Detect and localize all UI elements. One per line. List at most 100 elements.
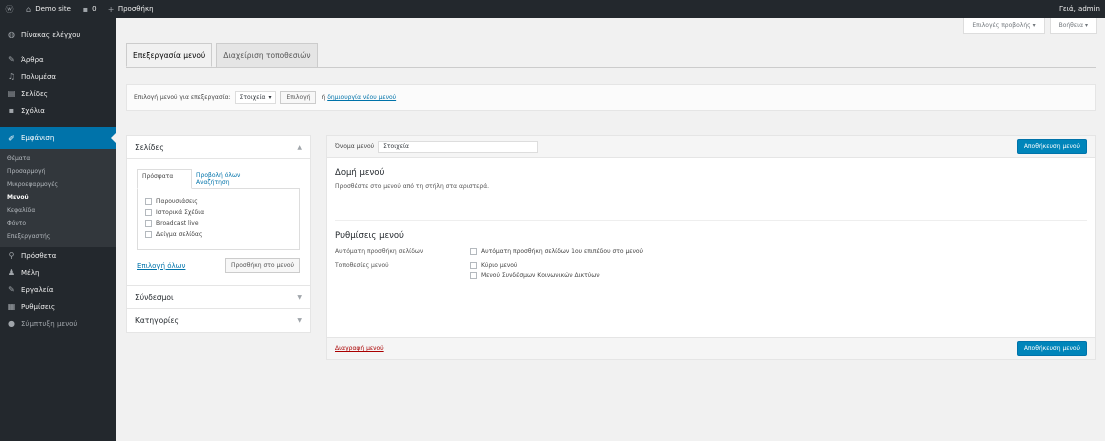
- menu-select[interactable]: Στοιχεία ▾: [234, 91, 277, 104]
- auto-add-setting: Αυτόματη προσθήκη σελίδων Αυτόματη προσθ…: [335, 246, 1087, 256]
- select-all-link[interactable]: Επιλογή όλων: [137, 262, 185, 270]
- submenu-item-editor[interactable]: Επεξεργαστής: [0, 230, 116, 243]
- collapse-label: Σύμπτυξη μενού: [21, 319, 78, 328]
- page-checkbox[interactable]: [145, 231, 152, 238]
- sidebar-item-dashboard[interactable]: ◍ Πίνακας ελέγχου: [0, 26, 116, 43]
- list-item[interactable]: Δείγμα σελίδας: [145, 229, 292, 240]
- comment-icon: ▪: [8, 106, 15, 115]
- menu-name-field[interactable]: Στοιχεία: [378, 140, 539, 153]
- auto-add-options: Αυτόματη προσθήκη σελίδων 1ου επιπέδου σ…: [470, 246, 643, 256]
- collapse-icon: ●: [8, 319, 15, 328]
- subtab-search-label[interactable]: Αναζήτηση: [196, 179, 230, 186]
- users-icon: ♟: [7, 268, 16, 277]
- sidebar-item-label: Πίνακας ελέγχου: [21, 30, 81, 39]
- sidebar-collapse[interactable]: ● Σύμπτυξη μενού: [0, 315, 116, 332]
- home-icon: ⌂: [25, 4, 32, 14]
- site-name-link[interactable]: ⌂ Demo site: [19, 0, 76, 18]
- delete-menu-link[interactable]: Διαγραφή μενού: [335, 345, 384, 352]
- list-item[interactable]: Ιστορικά Σχέδια: [145, 207, 292, 218]
- accordion-pages-header[interactable]: Σελίδες ▲: [127, 136, 310, 159]
- submenu-item-themes[interactable]: Θέματα: [0, 152, 116, 165]
- submenu-item-widgets[interactable]: Μικροεφαρμογές: [0, 178, 116, 191]
- screen-options-button[interactable]: Επιλογές προβολής ▾: [963, 18, 1045, 34]
- admin-sidebar: ◍ Πίνακας ελέγχου ✎ Άρθρα ♫ Πολυμέσα ▤ Σελίδ…: [0, 18, 116, 441]
- page-icon: ▤: [7, 89, 16, 98]
- help-button[interactable]: Βοήθεια ▾: [1049, 18, 1097, 34]
- location-option[interactable]: Μενού Συνδέσμων Κοινωνικών Δικτύων: [470, 270, 600, 280]
- submenu-item-background[interactable]: Φόντο: [0, 217, 116, 230]
- menu-name-value: Στοιχεία: [383, 143, 409, 150]
- menu-settings-title: Ρυθμίσεις μενού: [335, 231, 404, 241]
- accordion-pages-panel: Πρόσφατα Προβολή όλων Αναζήτηση Παρουσιάσ…: [127, 159, 310, 286]
- menu-location-options: Κύριο μενού Μενού Συνδέσμων Κοινωνικών Δ…: [470, 260, 600, 280]
- menu-editor-header: Όνομα μενού Στοιχεία Αποθήκευση μενού: [327, 136, 1095, 158]
- accordion-links-header[interactable]: Σύνδεσμοι ▼: [127, 286, 310, 309]
- auto-add-checkbox[interactable]: [470, 247, 477, 255]
- tabs-divider: [126, 67, 1096, 68]
- manage-menus-bar: Επιλογή μενού για επεξεργασία: Στοιχεία ▾…: [126, 84, 1096, 111]
- sidebar-item-label: Εργαλεία: [21, 285, 54, 294]
- pages-subtabs: Πρόσφατα Προβολή όλων Αναζήτηση: [137, 169, 300, 189]
- chevron-down-icon: ▼: [297, 317, 302, 324]
- add-to-menu-button[interactable]: Προσθήκη στο μενού: [224, 258, 300, 273]
- sidebar-item-users[interactable]: ♟ Μέλη: [0, 264, 116, 281]
- page-checkbox[interactable]: [145, 209, 152, 216]
- sidebar-item-tools[interactable]: ✎ Εργαλεία: [0, 281, 116, 298]
- subtab-recent[interactable]: Πρόσφατα: [137, 169, 192, 189]
- sidebar-item-media[interactable]: ♫ Πολυμέσα: [0, 68, 116, 85]
- accordion-categories-title: Κατηγορίες: [135, 316, 179, 325]
- location-checkbox[interactable]: [470, 261, 477, 269]
- location-checkbox[interactable]: [470, 271, 477, 279]
- submenu-item-customize[interactable]: Προσαρμογή: [0, 165, 116, 178]
- menu-structure-description: Προσθέστε στο μενού από τη στήλη στα αρι…: [335, 183, 490, 190]
- new-label: Προσθήκη: [117, 5, 154, 13]
- list-item[interactable]: Παρουσιάσεις: [145, 196, 292, 207]
- sidebar-item-settings[interactable]: ▦ Ρυθμίσεις: [0, 298, 116, 315]
- menu-structure-title: Δομή μενού: [335, 168, 385, 178]
- sidebar-item-plugins[interactable]: ⚲ Πρόσθετα: [0, 247, 116, 264]
- page-checkbox[interactable]: [145, 220, 152, 227]
- chevron-down-icon: ▾: [268, 94, 272, 101]
- page-checkbox[interactable]: [145, 198, 152, 205]
- menu-editor: Όνομα μενού Στοιχεία Αποθήκευση μενού Δο…: [326, 135, 1096, 360]
- sidebar-item-posts[interactable]: ✎ Άρθρα: [0, 51, 116, 68]
- wordpress-logo[interactable]: ⓦ: [0, 0, 19, 18]
- auto-add-option[interactable]: Αυτόματη προσθήκη σελίδων 1ου επιπέδου σ…: [470, 246, 643, 256]
- plugin-icon: ⚲: [8, 251, 15, 260]
- save-menu-button-bottom[interactable]: Αποθήκευση μενού: [1016, 341, 1087, 356]
- select-menu-button[interactable]: Επιλογή: [280, 91, 317, 104]
- auto-add-option-label: Αυτόματη προσθήκη σελίδων 1ου επιπέδου σ…: [481, 247, 644, 255]
- tab-edit-menus[interactable]: Επεξεργασία μενού: [126, 43, 213, 67]
- location-label: Μενού Συνδέσμων Κοινωνικών Δικτύων: [481, 271, 600, 279]
- auto-add-label: Αυτόματη προσθήκη σελίδων: [335, 248, 424, 255]
- accordion-categories-header[interactable]: Κατηγορίες ▼: [127, 309, 310, 332]
- submenu-item-menus[interactable]: Μενού: [0, 191, 116, 204]
- comments-link[interactable]: ▪ 0: [76, 0, 102, 18]
- admin-bar: ⓦ ⌂ Demo site ▪ 0 + Προσθήκη Γειά, admin: [0, 0, 1105, 18]
- subtab-view-all[interactable]: Προβολή όλων Αναζήτηση: [192, 169, 247, 189]
- menu-editor-body: Δομή μενού Προσθέστε στο μενού από τη στ…: [327, 158, 1095, 290]
- tab-manage-locations[interactable]: Διαχείριση τοποθεσιών: [216, 43, 318, 67]
- pages-checklist: Παρουσιάσεις Ιστορικά Σχέδια Broadcast l…: [137, 188, 300, 250]
- nav-tabs: Επεξεργασία μενού Διαχείριση τοποθεσιών: [126, 43, 322, 67]
- sidebar-item-comments[interactable]: ▪ Σχόλια: [0, 102, 116, 119]
- sidebar-item-label: Μέλη: [21, 268, 40, 277]
- pages-actions: Επιλογή όλων Προσθήκη στο μενού: [137, 258, 300, 273]
- pin-icon: ✎: [8, 55, 15, 64]
- user-account-link[interactable]: Γειά, admin: [1054, 0, 1105, 18]
- sidebar-item-appearance[interactable]: ✐ Εμφάνιση: [0, 127, 116, 149]
- submenu-item-header[interactable]: Κεφαλίδα: [0, 204, 116, 217]
- sidebar-item-label: Ρυθμίσεις: [21, 302, 56, 311]
- subtab-view-all-label: Προβολή όλων: [196, 172, 241, 179]
- accordion-links-title: Σύνδεσμοι: [135, 292, 174, 302]
- new-content-link[interactable]: + Προσθήκη: [102, 0, 159, 18]
- create-menu-link[interactable]: δημιουργία νέου μενού: [327, 94, 396, 101]
- location-option[interactable]: Κύριο μενού: [470, 260, 600, 270]
- save-menu-button-top[interactable]: Αποθήκευση μενού: [1016, 139, 1087, 154]
- site-name: Demo site: [35, 5, 71, 13]
- select-menu-label: Επιλογή μενού για επεξεργασία:: [134, 94, 231, 101]
- settings-icon: ▦: [7, 302, 16, 311]
- list-item[interactable]: Broadcast live: [145, 218, 292, 229]
- sidebar-item-pages[interactable]: ▤ Σελίδες: [0, 85, 116, 102]
- menu-location-setting: Τοποθεσίες μενού Κύριο μενού Μενού Συνδέ…: [335, 260, 1087, 280]
